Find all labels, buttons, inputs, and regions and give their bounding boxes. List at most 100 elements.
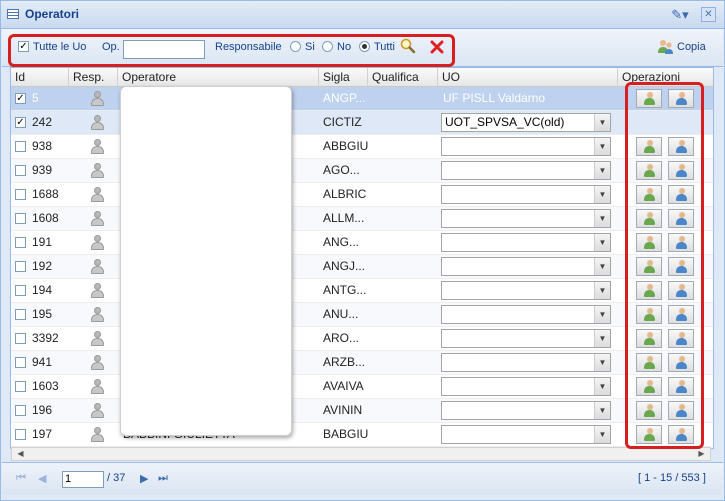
row-checkbox[interactable] (15, 429, 26, 440)
chevron-down-icon[interactable]: ▼ (594, 306, 610, 323)
row-checkbox[interactable] (15, 357, 26, 368)
chevron-down-icon[interactable]: ▼ (594, 234, 610, 251)
last-page-icon[interactable]: ⏭ (158, 472, 168, 485)
row-checkbox[interactable]: ✓ (15, 93, 26, 104)
uo-select[interactable]: ▼ (441, 329, 611, 348)
uo-select[interactable]: ▼ (441, 161, 611, 180)
uo-select[interactable]: ▼ (441, 281, 611, 300)
responsible-person-icon[interactable] (90, 91, 104, 107)
uo-select[interactable]: ▼ (441, 401, 611, 420)
responsible-person-icon[interactable] (90, 307, 104, 323)
copy-users-icon[interactable] (657, 39, 674, 55)
row-checkbox[interactable] (15, 237, 26, 248)
responsible-person-icon[interactable] (90, 427, 104, 443)
window-title: Operatori (25, 7, 80, 21)
row-checkbox[interactable] (15, 165, 26, 176)
row-checkbox[interactable] (15, 189, 26, 200)
horizontal-scrollbar[interactable]: ◀ ▶ (11, 447, 711, 461)
row-sigla: BABGIU (323, 427, 369, 441)
chevron-down-icon[interactable]: ▼ (594, 426, 610, 443)
chevron-down-icon[interactable]: ▼ (594, 210, 610, 227)
copy-button[interactable]: Copia (677, 41, 706, 53)
table-row[interactable]: 195ANULLI ROBERTAANU...▼ (11, 303, 713, 327)
chevron-down-icon[interactable]: ▼ (594, 354, 610, 371)
row-checkbox[interactable] (15, 285, 26, 296)
table-row[interactable]: 194ANTIGNANO GENNAROANTG...▼ (11, 279, 713, 303)
row-checkbox[interactable] (15, 381, 26, 392)
scroll-left-icon[interactable]: ◀ (14, 448, 27, 460)
col-operatore[interactable]: Operatore (118, 68, 319, 86)
table-row[interactable]: 192ANGORI JURIANGJ...▼ (11, 255, 713, 279)
table-row[interactable]: 3392AROLDI GENTILEARO...▼ (11, 327, 713, 351)
chevron-down-icon[interactable]: ▼ (594, 162, 610, 179)
responsible-person-icon[interactable] (90, 331, 104, 347)
responsible-person-icon[interactable] (90, 259, 104, 275)
uo-select[interactable]: ▼ (441, 377, 611, 396)
title-bar: Operatori ✎▾ ✕ (1, 1, 724, 29)
chevron-down-icon[interactable]: ▼ (594, 114, 610, 131)
row-sigla: ALLM... (323, 211, 365, 225)
responsible-person-icon[interactable] (90, 235, 104, 251)
col-uo[interactable]: UO (438, 68, 618, 86)
uo-select[interactable]: ▼ (441, 257, 611, 276)
uo-select[interactable]: ▼ (441, 209, 611, 228)
col-qualifica[interactable]: Qualifica (368, 68, 438, 86)
row-sigla: ANTG... (323, 283, 367, 297)
row-id: 192 (32, 259, 53, 273)
table-row[interactable]: 1608ALLEGRI MASSIMOALLM...▼ (11, 207, 713, 231)
row-id: 3392 (32, 331, 59, 345)
row-sigla: ANGP... (323, 91, 366, 105)
table-row[interactable]: 196AVITABILE NINOAVININ▼ (11, 399, 713, 423)
uo-select[interactable]: ▼ (441, 233, 611, 252)
responsible-person-icon[interactable] (90, 163, 104, 179)
row-checkbox[interactable] (15, 405, 26, 416)
table-row[interactable]: 939AGOSTINI CATIAAGO...▼ (11, 159, 713, 183)
responsible-person-icon[interactable] (90, 403, 104, 419)
row-checkbox[interactable] (15, 333, 26, 344)
table-row[interactable]: ✓ 5 ANGP... UF PISLL Valdarno (11, 87, 713, 111)
responsible-person-icon[interactable] (90, 355, 104, 371)
responsible-person-icon[interactable] (90, 379, 104, 395)
table-row[interactable]: 1688ALBERTI RICCARDOALBRIC▼ (11, 183, 713, 207)
table-row[interactable]: 941ARZILLI BRUNOARZB...▼ (11, 351, 713, 375)
uo-select[interactable]: ▼ (441, 185, 611, 204)
uo-select[interactable]: ▼ (441, 305, 611, 324)
uo-select[interactable]: UOT_SPVSA_VC(old) ▼ (441, 113, 611, 132)
row-checkbox[interactable]: ✓ (15, 117, 26, 128)
row-checkbox[interactable] (15, 213, 26, 224)
close-icon[interactable]: ✕ (701, 7, 716, 22)
col-sigla[interactable]: Sigla (319, 68, 368, 86)
chevron-down-icon[interactable]: ▼ (594, 330, 610, 347)
col-resp[interactable]: Resp. (69, 68, 118, 86)
uo-select[interactable]: ▼ (441, 137, 611, 156)
chevron-down-icon[interactable]: ▼ (594, 378, 610, 395)
page-count: / 37 (107, 472, 126, 484)
row-checkbox[interactable] (15, 141, 26, 152)
responsible-person-icon[interactable] (90, 139, 104, 155)
page-input[interactable]: 1 (62, 471, 104, 488)
next-page-icon[interactable]: ▶ (140, 472, 148, 485)
scroll-right-icon[interactable]: ▶ (695, 448, 708, 460)
chevron-down-icon[interactable]: ▼ (594, 186, 610, 203)
row-checkbox[interactable] (15, 309, 26, 320)
responsible-person-icon[interactable] (90, 115, 104, 131)
chevron-down-icon[interactable]: ▼ (594, 402, 610, 419)
uo-select[interactable]: ▼ (441, 353, 611, 372)
first-page-icon[interactable]: ⏮ (16, 472, 26, 485)
responsible-person-icon[interactable] (90, 283, 104, 299)
responsible-person-icon[interactable] (90, 187, 104, 203)
chevron-down-icon[interactable]: ▼ (594, 258, 610, 275)
prev-page-icon[interactable]: ◀ (38, 472, 46, 485)
table-row[interactable]: 938ABBATI GIUSEPPEABBGIU▼ (11, 135, 713, 159)
uo-select[interactable]: ▼ (441, 425, 611, 444)
responsible-person-icon[interactable] (90, 211, 104, 227)
table-row[interactable]: 197BABBINI GIULIETTABABGIU▼ (11, 423, 713, 447)
table-row[interactable]: 191ANGIOLONI MARCELLOANG...▼ (11, 231, 713, 255)
tools-icon[interactable]: ✎▾ (669, 7, 691, 22)
chevron-down-icon[interactable]: ▼ (594, 138, 610, 155)
table-row[interactable]: ✓242CICHERO TIZIANACICTIZUOT_SPVSA_VC(ol… (11, 111, 713, 135)
col-id[interactable]: Id (11, 68, 69, 86)
chevron-down-icon[interactable]: ▼ (594, 282, 610, 299)
table-row[interactable]: 1603AVANZATI IVANAVAIVA▼ (11, 375, 713, 399)
row-checkbox[interactable] (15, 261, 26, 272)
